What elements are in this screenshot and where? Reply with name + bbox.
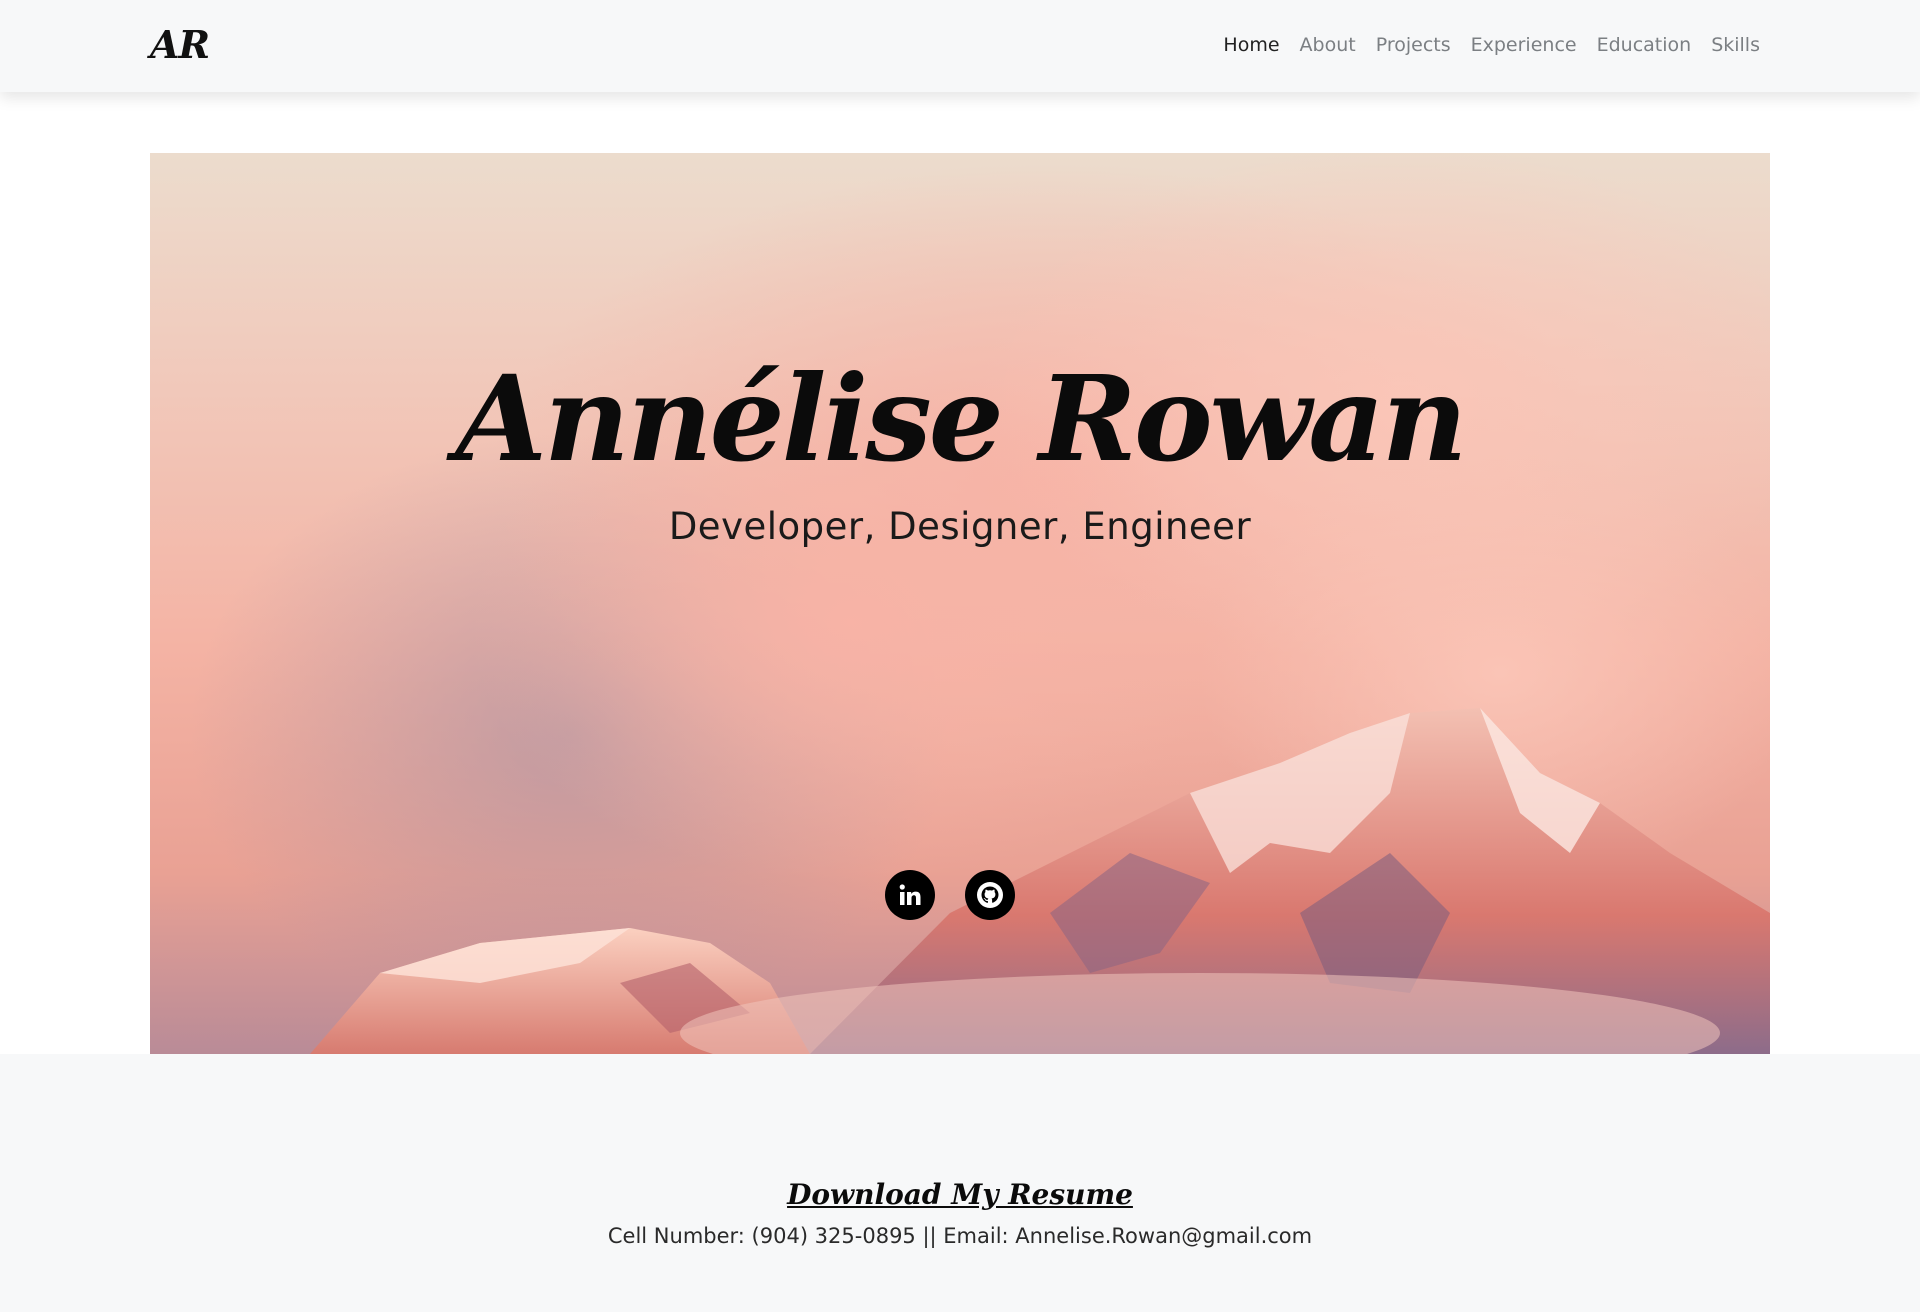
- hero-tagline: Developer, Designer, Engineer: [668, 505, 1252, 548]
- nav-link-home[interactable]: Home: [1223, 34, 1279, 56]
- linkedin-button[interactable]: [885, 870, 935, 920]
- brand-logo[interactable]: AR: [150, 22, 210, 67]
- nav-link-about[interactable]: About: [1300, 34, 1356, 56]
- contact-info: Cell Number: (904) 325-0895 || Email: An…: [607, 1224, 1313, 1248]
- mountain-background-image: [190, 153, 1770, 1054]
- navbar: AR Home About Projects Experience Educat…: [0, 0, 1920, 92]
- linkedin-icon: [899, 884, 921, 905]
- nav-links: Home About Projects Experience Education…: [1223, 34, 1760, 56]
- contact-section: Download My Resume Cell Number: (904) 32…: [0, 1054, 1920, 1312]
- nav-link-experience[interactable]: Experience: [1471, 34, 1577, 56]
- nav-link-education[interactable]: Education: [1597, 34, 1692, 56]
- nav-link-projects[interactable]: Projects: [1376, 34, 1451, 56]
- hero-name: Annélise Rowan: [455, 349, 1467, 488]
- github-button[interactable]: [965, 870, 1015, 920]
- nav-link-skills[interactable]: Skills: [1711, 34, 1760, 56]
- github-icon: [977, 882, 1003, 908]
- download-resume-link[interactable]: Download My Resume: [0, 1178, 1920, 1211]
- hero-banner: Annélise Rowan Developer, Designer, Engi…: [150, 153, 1770, 1054]
